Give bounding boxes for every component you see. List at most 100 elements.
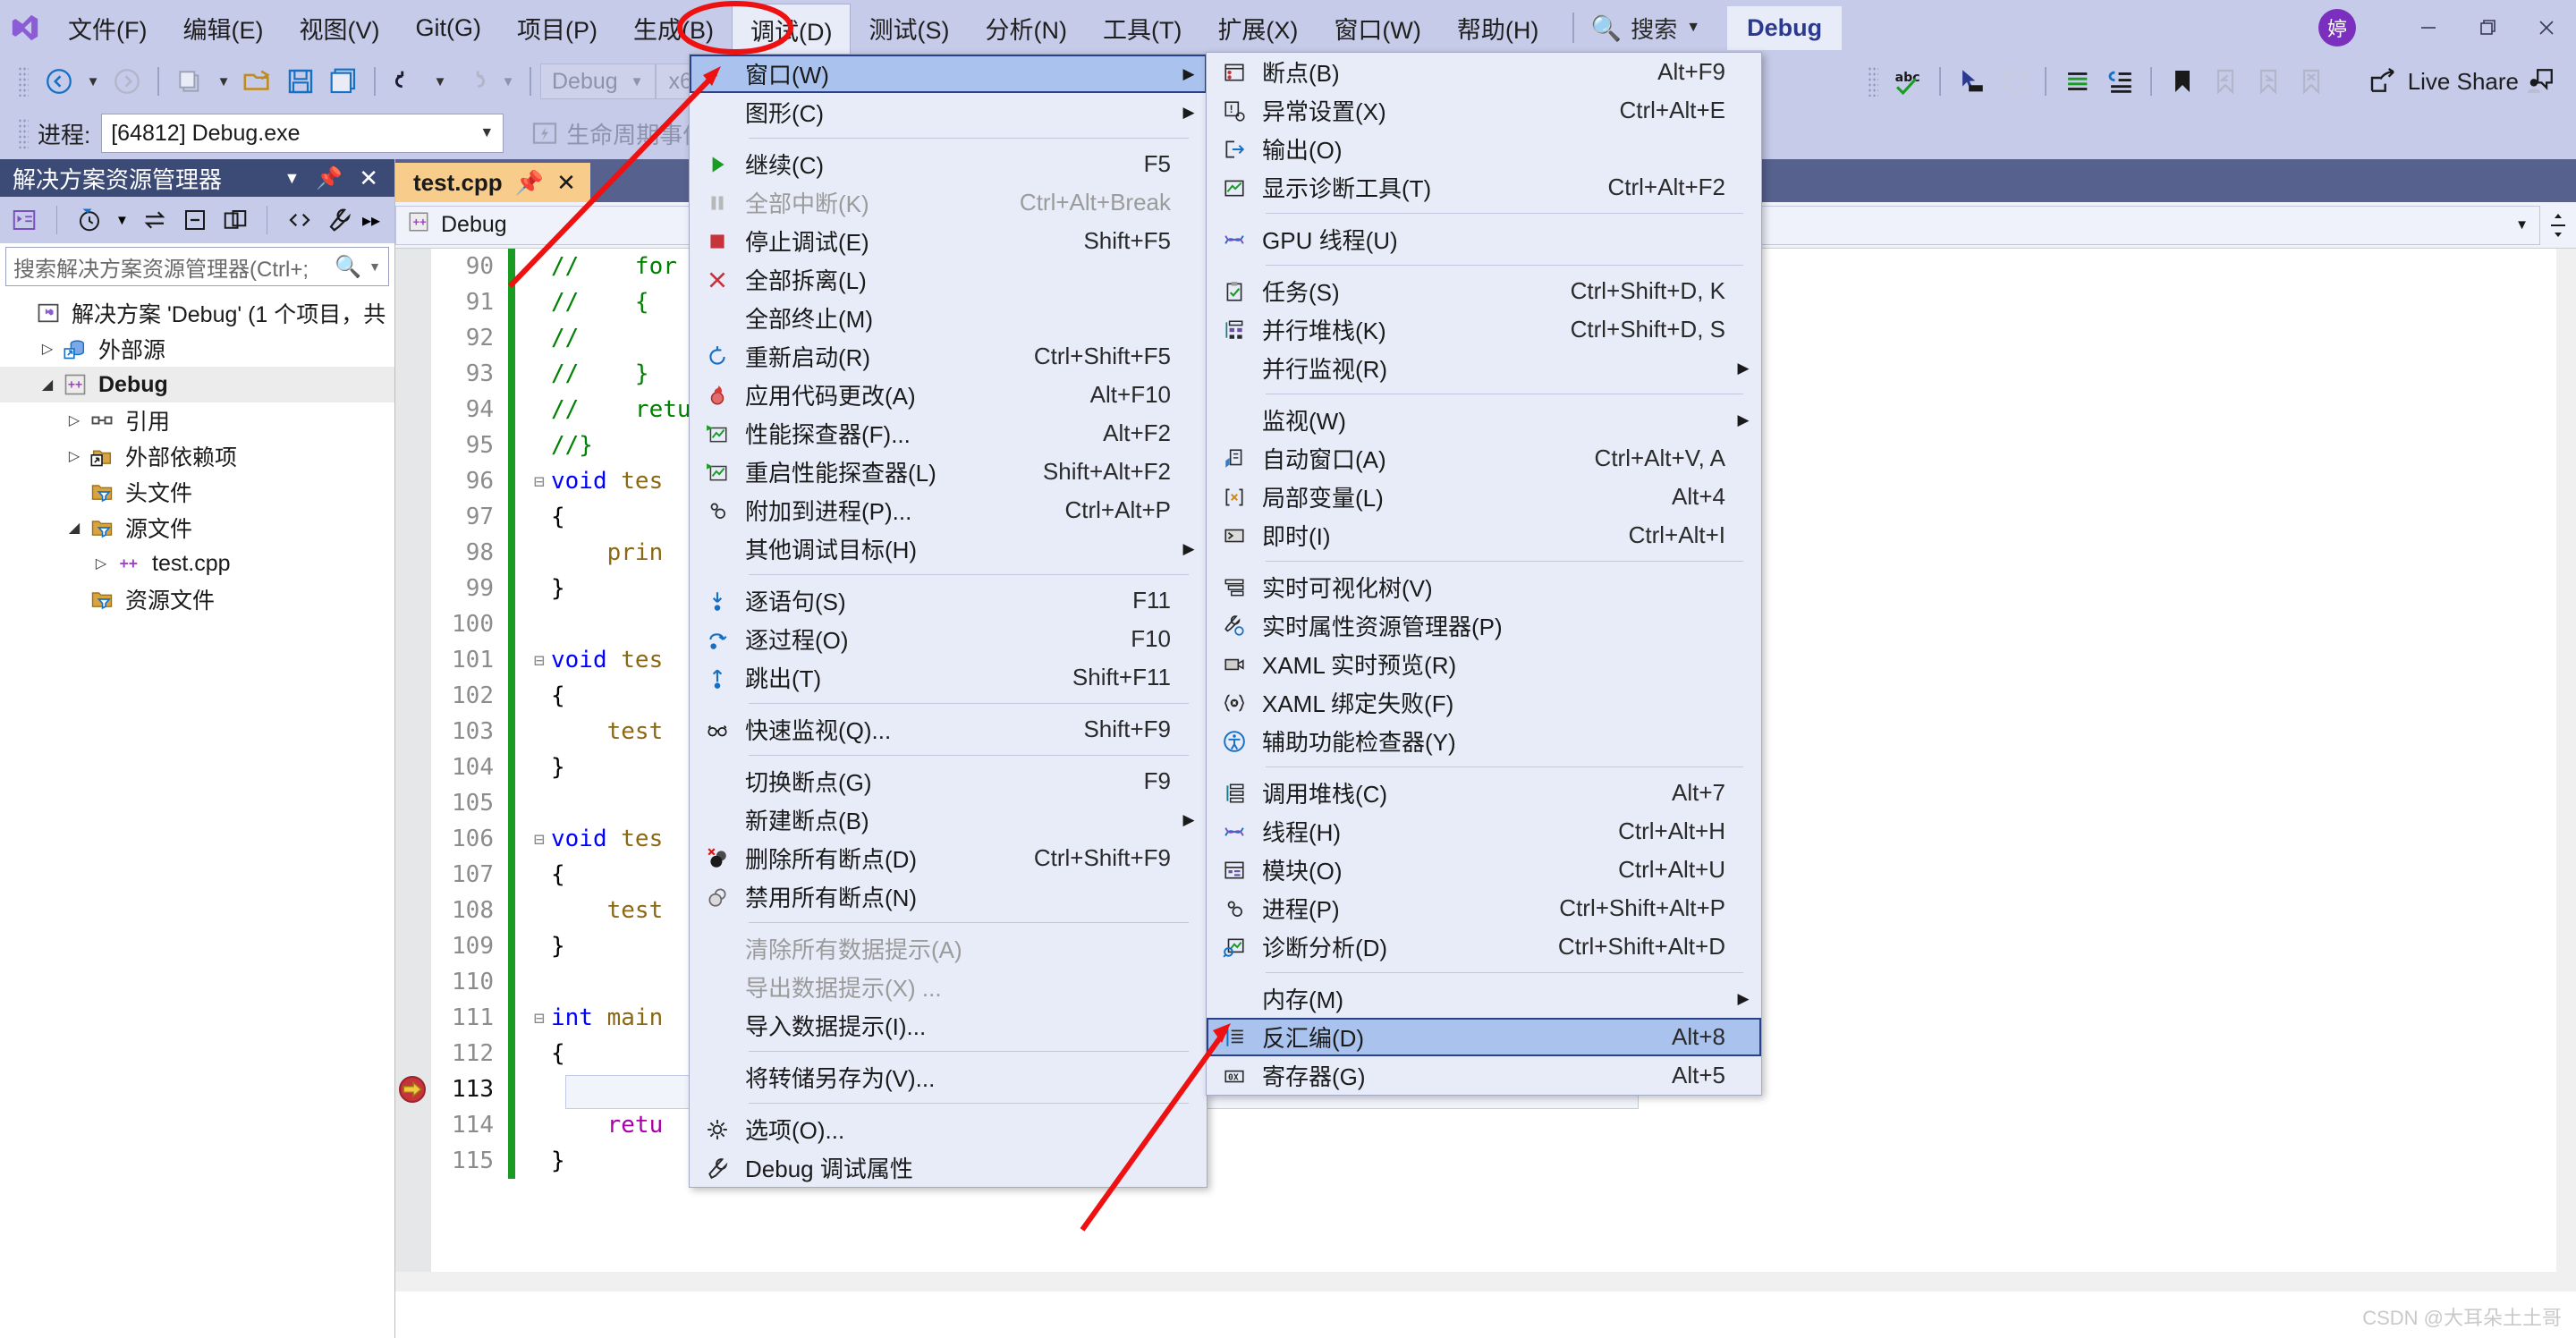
- chevron-collapsed-icon[interactable]: ▷: [89, 555, 113, 572]
- menu-item-9[interactable]: 工具(T): [1085, 0, 1199, 55]
- code-line[interactable]: 106 ⊟ void tes: [431, 821, 691, 857]
- menu-item-11[interactable]: 窗口(W): [1316, 0, 1438, 55]
- filter-dropdown[interactable]: ▼: [112, 199, 132, 241]
- search-options-dropdown[interactable]: ▼: [361, 259, 381, 274]
- menu-row-17[interactable]: 跳出(T) Shift+F11: [690, 658, 1207, 697]
- comment-lines-icon[interactable]: [2055, 61, 2098, 102]
- menu-row-9[interactable]: 应用代码更改(A) Alt+F10: [690, 376, 1207, 414]
- sync-with-active-document-icon[interactable]: [138, 199, 173, 241]
- menu-row-20[interactable]: 辅助功能检查器(Y): [1207, 722, 1761, 760]
- navigate-forward-button[interactable]: [106, 61, 148, 102]
- editor-horizontal-scrollbar[interactable]: [395, 1272, 2576, 1291]
- configuration-chip[interactable]: Debug: [1727, 5, 1843, 50]
- menu-row-23[interactable]: 线程(H) Ctrl+Alt+H: [1207, 812, 1761, 851]
- menu-item-3[interactable]: Git(G): [397, 0, 499, 55]
- code-line[interactable]: 96 ⊟ void tes: [431, 463, 691, 499]
- menu-row-25[interactable]: 进程(P) Ctrl+Shift+Alt+P: [1207, 889, 1761, 927]
- menu-row-1[interactable]: ! 异常设置(X) Ctrl+Alt+E: [1207, 91, 1761, 130]
- menu-row-9[interactable]: 并行监视(R) ▶: [1207, 349, 1761, 387]
- collapse-all-icon[interactable]: [177, 199, 212, 241]
- menu-row-16[interactable]: 实时可视化树(V): [1207, 568, 1761, 606]
- code-line[interactable]: 114 retu: [431, 1107, 691, 1143]
- undo-button[interactable]: [385, 61, 428, 102]
- menu-row-7[interactable]: 全部终止(M): [690, 299, 1207, 337]
- solution-configuration-combo[interactable]: Debug ▼: [540, 64, 656, 99]
- editor-vertical-scrollbar[interactable]: [2556, 249, 2576, 1291]
- right-toolbar-grip[interactable]: [1867, 66, 1878, 97]
- clear-bookmarks-icon[interactable]: [2290, 61, 2333, 102]
- navigate-back-dropdown[interactable]: ▼: [80, 61, 106, 102]
- menu-row-28[interactable]: 内存(M) ▶: [1207, 979, 1761, 1018]
- menu-row-22[interactable]: 新建断点(B) ▶: [690, 800, 1207, 839]
- code-line[interactable]: 109}: [431, 928, 691, 964]
- menu-row-5[interactable]: GPU 线程(U): [1207, 220, 1761, 258]
- navigate-back-button[interactable]: [38, 61, 80, 102]
- code-line[interactable]: 98 prin: [431, 535, 691, 571]
- search-button[interactable]: 🔍 搜索 ▼: [1590, 12, 1700, 45]
- menu-row-19[interactable]: XAML 绑定失败(F): [1207, 683, 1761, 722]
- close-button[interactable]: [2517, 0, 2576, 55]
- fold-toggle-icon[interactable]: ⊟: [528, 470, 551, 492]
- tree-item-2[interactable]: ◢ ++ Debug: [0, 367, 394, 402]
- menu-row-2[interactable]: 输出(O): [1207, 130, 1761, 168]
- menu-item-6[interactable]: 调试(D): [731, 4, 852, 55]
- tree-item-1[interactable]: ▷ 外部源: [0, 331, 394, 367]
- debug-toolbar-grip[interactable]: [18, 118, 29, 148]
- pin-icon[interactable]: 📌: [515, 169, 544, 197]
- menu-row-17[interactable]: 实时属性资源管理器(P): [1207, 606, 1761, 645]
- menu-item-8[interactable]: 分析(N): [967, 0, 1084, 55]
- menu-item-0[interactable]: 文件(F): [50, 0, 165, 55]
- fold-toggle-icon[interactable]: ⊟: [528, 1007, 551, 1029]
- fold-toggle-icon[interactable]: ⊟: [528, 828, 551, 850]
- spell-check-icon[interactable]: abc: [1887, 61, 1930, 102]
- menu-row-22[interactable]: 调用堆栈(C) Alt+7: [1207, 774, 1761, 812]
- view-code-icon[interactable]: [282, 199, 317, 241]
- tree-item-7[interactable]: ▷ ++ test.cpp: [0, 546, 394, 581]
- menu-row-16[interactable]: 逐过程(O) F10: [690, 620, 1207, 658]
- menu-row-10[interactable]: 性能探查器(F)... Alt+F2: [690, 414, 1207, 453]
- chevron-collapsed-icon[interactable]: ▷: [36, 340, 59, 358]
- process-combo[interactable]: [64812] Debug.exe ▼: [101, 114, 504, 153]
- live-share-button[interactable]: Live Share: [2368, 67, 2519, 96]
- code-line[interactable]: 104}: [431, 749, 691, 785]
- menu-row-11[interactable]: 重启性能探查器(L) Shift+Alt+F2: [690, 453, 1207, 491]
- menu-row-13[interactable]: 其他调试目标(H) ▶: [690, 529, 1207, 568]
- tree-item-8[interactable]: 资源文件: [0, 581, 394, 617]
- menu-row-19[interactable]: 快速监视(Q)... Shift+F9: [690, 710, 1207, 749]
- code-line[interactable]: 108 test: [431, 893, 691, 928]
- code-line[interactable]: 97 {: [431, 499, 691, 535]
- menu-item-1[interactable]: 编辑(E): [165, 0, 281, 55]
- close-icon[interactable]: ✕: [556, 169, 576, 197]
- menu-row-21[interactable]: 切换断点(G) F9: [690, 762, 1207, 800]
- tree-item-4[interactable]: ▷ 外部依赖项: [0, 438, 394, 474]
- glyph-margin[interactable]: [395, 249, 431, 1291]
- chevron-expanded-icon[interactable]: ◢: [36, 376, 59, 394]
- maximize-button[interactable]: [2458, 0, 2517, 55]
- split-view-icon[interactable]: [2540, 212, 2576, 239]
- chevron-collapsed-icon[interactable]: ▷: [63, 447, 86, 465]
- menu-row-3[interactable]: 继续(C) F5: [690, 145, 1207, 183]
- code-line[interactable]: 99}: [431, 571, 691, 606]
- tree-item-5[interactable]: 头文件: [0, 474, 394, 510]
- home-icon[interactable]: [7, 199, 42, 241]
- undo-dropdown[interactable]: ▼: [428, 61, 453, 102]
- menu-item-5[interactable]: 生成(B): [615, 0, 732, 55]
- solution-search-input[interactable]: 搜索解决方案资源管理器(Ctrl+; 🔍 ▼: [5, 247, 389, 286]
- menu-row-12[interactable]: 自动窗口(A) Ctrl+Alt+V, A: [1207, 439, 1761, 478]
- live-share-person-icon[interactable]: [2519, 61, 2562, 102]
- comment-block-icon[interactable]: [1993, 61, 2036, 102]
- tree-item-3[interactable]: ▷ 引用: [0, 402, 394, 438]
- next-bookmark-icon[interactable]: [2247, 61, 2290, 102]
- menu-item-10[interactable]: 扩展(X): [1199, 0, 1316, 55]
- menu-row-5[interactable]: 停止调试(E) Shift+F5: [690, 222, 1207, 260]
- menu-row-18[interactable]: XAML 实时预览(R): [1207, 645, 1761, 683]
- menu-row-12[interactable]: 附加到进程(P)... Ctrl+Alt+P: [690, 491, 1207, 529]
- tab-test-cpp[interactable]: test.cpp 📌 ✕: [395, 163, 590, 202]
- code-line[interactable]: 95 //}: [431, 428, 691, 463]
- menu-row-30[interactable]: 将转储另存为(V)...: [690, 1058, 1207, 1097]
- code-line[interactable]: 93 // }: [431, 356, 691, 392]
- properties-wrench-icon[interactable]: [322, 199, 357, 241]
- code-line[interactable]: 102 {: [431, 678, 691, 714]
- code-line[interactable]: 111 ⊟ int main: [431, 1000, 691, 1036]
- close-icon[interactable]: ✕: [359, 165, 378, 192]
